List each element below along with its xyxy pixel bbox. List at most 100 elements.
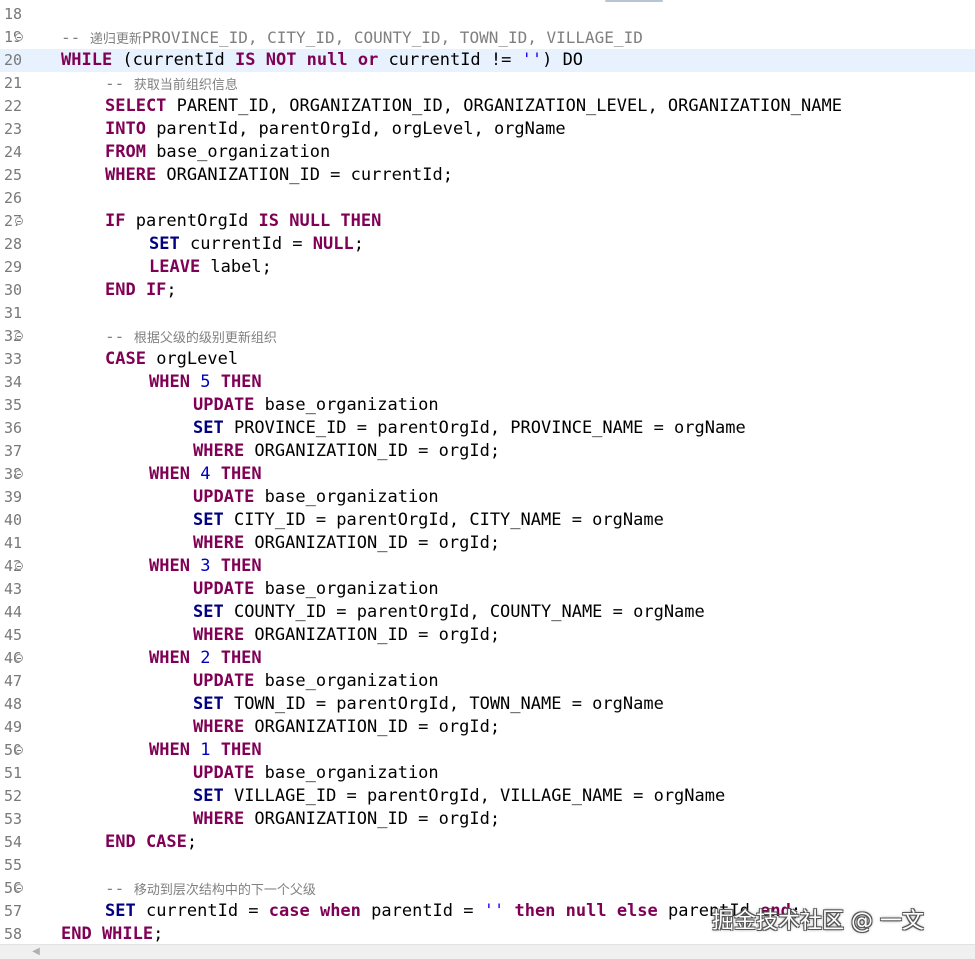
fold-toggle-icon[interactable] [15,562,23,570]
code-text[interactable]: UPDATE base_organization [193,394,439,417]
code-line[interactable]: 55 [0,854,975,877]
code-text[interactable]: END CASE; [105,831,197,854]
code-line[interactable]: 35 UPDATE base_organization [0,394,975,417]
code-text[interactable]: LEAVE label; [149,256,272,279]
line-number: 31 [0,302,22,325]
fold-toggle-icon[interactable] [15,470,23,478]
code-line[interactable]: 33 CASE orgLevel [0,348,975,371]
code-line[interactable]: 38 WHEN 4 THEN [0,463,975,486]
code-line[interactable]: 47 UPDATE base_organization [0,670,975,693]
line-number: 45 [0,624,22,647]
fold-toggle-icon[interactable] [15,654,23,662]
code-line[interactable]: 56 -- 移动到层次结构中的下一个父级 [0,877,975,900]
code-text[interactable]: WHERE ORGANIZATION_ID = orgId; [193,808,500,831]
code-text[interactable]: WHEN 2 THEN [149,647,262,670]
fold-toggle-icon[interactable] [15,33,23,41]
code-text[interactable]: SET PROVINCE_ID = parentOrgId, PROVINCE_… [193,417,746,440]
code-line[interactable]: 49 WHERE ORGANIZATION_ID = orgId; [0,716,975,739]
line-number: 37 [0,440,22,463]
scroll-left-icon[interactable]: ◀ [30,946,42,958]
code-line[interactable]: 26 [0,187,975,210]
code-line[interactable]: 36 SET PROVINCE_ID = parentOrgId, PROVINC… [0,417,975,440]
line-number: 21 [0,72,22,95]
code-line[interactable]: 30 END IF; [0,279,975,302]
code-text[interactable]: SET TOWN_ID = parentOrgId, TOWN_NAME = o… [193,693,664,716]
code-token: currentId = [179,234,313,254]
code-text[interactable]: UPDATE base_organization [193,670,439,693]
code-text[interactable]: WHERE ORGANIZATION_ID = orgId; [193,440,500,463]
code-token: '' [483,901,505,921]
code-line[interactable]: 40 SET CITY_ID = parentOrgId, CITY_NAME =… [0,509,975,532]
code-token: COUNTY_ID = parentOrgId, COUNTY_NAME = o… [223,602,705,622]
code-token: WHERE [193,533,245,553]
code-text[interactable]: END IF; [105,279,177,302]
code-text[interactable]: WHEN 5 THEN [149,371,262,394]
code-text[interactable]: SET currentId = NULL; [149,233,364,256]
fold-toggle-icon[interactable] [15,884,23,892]
code-line[interactable]: 32 -- 根据父级的级别更新组织 [0,325,975,348]
code-line[interactable]: 21 -- 获取当前组织信息 [0,72,975,95]
code-line[interactable]: 53 WHERE ORGANIZATION_ID = orgId; [0,808,975,831]
code-editor[interactable]: 18 19 -- 递归更新PROVINCE_ID, CITY_ID, COUNTY_… [0,0,975,944]
code-text[interactable]: UPDATE base_organization [193,486,439,509]
code-line[interactable]: 25 WHERE ORGANIZATION_ID = currentId; [0,164,975,187]
code-line[interactable]: 51 UPDATE base_organization [0,762,975,785]
code-text[interactable]: SET VILLAGE_ID = parentOrgId, VILLAGE_NA… [193,785,725,808]
code-line[interactable]: 44 SET COUNTY_ID = parentOrgId, COUNTY_NA… [0,601,975,624]
code-text[interactable]: WHERE ORGANIZATION_ID = currentId; [105,164,453,187]
line-number-text: 58 [3,925,22,943]
code-line[interactable]: 43 UPDATE base_organization [0,578,975,601]
fold-toggle-icon[interactable] [15,746,23,754]
code-line[interactable]: 23 INTO parentId, parentOrgId, orgLevel, … [0,118,975,141]
code-text[interactable]: -- 获取当前组织信息 [105,72,238,95]
code-text[interactable]: WHEN 1 THEN [149,739,262,762]
code-line[interactable]: 18 [0,3,975,26]
code-text[interactable]: END WHILE; [61,923,163,946]
code-line[interactable]: 19 -- 递归更新PROVINCE_ID, CITY_ID, COUNTY_ID… [0,26,975,49]
code-line[interactable]: 48 SET TOWN_ID = parentOrgId, TOWN_NAME =… [0,693,975,716]
line-number-text: 54 [3,833,22,851]
code-line[interactable]: 28 SET currentId = NULL; [0,233,975,256]
code-line[interactable]: 31 [0,302,975,325]
code-line[interactable]: 22 SELECT PARENT_ID, ORGANIZATION_ID, ORG… [0,95,975,118]
fold-toggle-icon[interactable] [15,217,23,225]
code-line[interactable]: 20 WHILE (currentId IS NOT null or curren… [0,49,975,72]
code-line[interactable]: 46 WHEN 2 THEN [0,647,975,670]
code-text[interactable]: UPDATE base_organization [193,578,439,601]
code-line[interactable]: 54 END CASE; [0,831,975,854]
code-line[interactable]: 41 WHERE ORGANIZATION_ID = orgId; [0,532,975,555]
code-text[interactable]: WHERE ORGANIZATION_ID = orgId; [193,716,500,739]
code-line[interactable]: 45 WHERE ORGANIZATION_ID = orgId; [0,624,975,647]
code-text[interactable]: SET COUNTY_ID = parentOrgId, COUNTY_NAME… [193,601,705,624]
code-line[interactable]: 27 IF parentOrgId IS NULL THEN [0,210,975,233]
code-text[interactable]: WHERE ORGANIZATION_ID = orgId; [193,624,500,647]
code-line[interactable]: 29 LEAVE label; [0,256,975,279]
code-line[interactable]: 42 WHEN 3 THEN [0,555,975,578]
code-line[interactable]: 24 FROM base_organization [0,141,975,164]
code-text[interactable]: WHEN 4 THEN [149,463,262,486]
code-text[interactable]: WHILE (currentId IS NOT null or currentI… [61,49,583,72]
code-line[interactable]: 39 UPDATE base_organization [0,486,975,509]
code-text[interactable]: CASE orgLevel [105,348,238,371]
code-line[interactable]: 50 WHEN 1 THEN [0,739,975,762]
code-text[interactable]: FROM base_organization [105,141,330,164]
code-token: END WHILE [61,924,154,944]
code-text[interactable]: -- 移动到层次结构中的下一个父级 [105,877,316,900]
code-text[interactable]: SET CITY_ID = parentOrgId, CITY_NAME = o… [193,509,664,532]
code-line[interactable]: 52 SET VILLAGE_ID = parentOrgId, VILLAGE_… [0,785,975,808]
code-token: parentId = [360,901,484,921]
code-text[interactable]: UPDATE base_organization [193,762,439,785]
horizontal-scrollbar[interactable]: ◀ [0,944,975,959]
code-text[interactable]: SET currentId = case when parentId = '' … [105,900,801,923]
code-text[interactable]: INTO parentId, parentOrgId, orgLevel, or… [105,118,566,141]
code-line[interactable]: 37 WHERE ORGANIZATION_ID = orgId; [0,440,975,463]
code-text[interactable]: WHEN 3 THEN [149,555,262,578]
code-text[interactable]: IF parentOrgId IS NULL THEN [105,210,381,233]
fold-toggle-icon[interactable] [15,332,23,340]
code-line[interactable]: 34 WHEN 5 THEN [0,371,975,394]
code-token: ORGANIZATION_ID = orgId; [244,625,501,645]
code-text[interactable]: -- 递归更新PROVINCE_ID, CITY_ID, COUNTY_ID, … [61,26,643,49]
code-text[interactable]: WHERE ORGANIZATION_ID = orgId; [193,532,500,555]
code-text[interactable]: -- 根据父级的级别更新组织 [105,325,277,348]
code-text[interactable]: SELECT PARENT_ID, ORGANIZATION_ID, ORGAN… [105,95,842,118]
